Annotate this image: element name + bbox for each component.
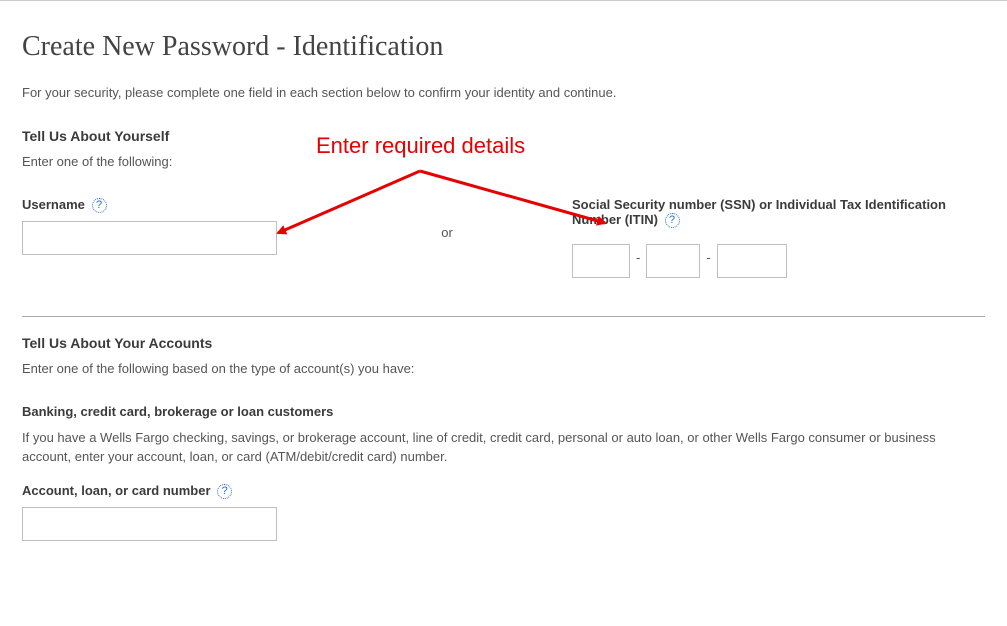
section1-sub: Enter one of the following:	[22, 154, 985, 169]
or-separator: or	[322, 197, 572, 240]
ssn-dash: -	[706, 250, 710, 265]
help-icon[interactable]: ?	[665, 213, 680, 228]
section2-sub: Enter one of the following based on the …	[22, 361, 985, 376]
username-input[interactable]	[22, 221, 277, 255]
help-icon[interactable]: ?	[92, 198, 107, 213]
account-group-body: If you have a Wells Fargo checking, savi…	[22, 429, 982, 467]
identity-row: Username ? or Social Security number (SS…	[22, 197, 985, 278]
ssn-input-group: - -	[572, 236, 972, 278]
ssn-column: Social Security number (SSN) or Individu…	[572, 197, 972, 278]
ssn-input-2[interactable]	[646, 244, 700, 278]
account-label: Account, loan, or card number	[22, 483, 211, 498]
account-input[interactable]	[22, 507, 277, 541]
section1-title: Tell Us About Yourself	[22, 128, 985, 144]
ssn-dash: -	[636, 250, 640, 265]
ssn-input-1[interactable]	[572, 244, 630, 278]
intro-text: For your security, please complete one f…	[22, 85, 985, 100]
page-title: Create New Password - Identification	[22, 31, 985, 63]
username-column: Username ?	[22, 197, 322, 255]
ssn-input-3[interactable]	[717, 244, 787, 278]
username-label: Username	[22, 197, 85, 212]
help-icon[interactable]: ?	[217, 484, 232, 499]
ssn-label: Social Security number (SSN) or Individu…	[572, 197, 946, 227]
page-container: Create New Password - Identification For…	[0, 1, 1007, 581]
section2-title: Tell Us About Your Accounts	[22, 335, 985, 351]
account-group-title: Banking, credit card, brokerage or loan …	[22, 404, 985, 419]
section-divider	[22, 316, 985, 317]
